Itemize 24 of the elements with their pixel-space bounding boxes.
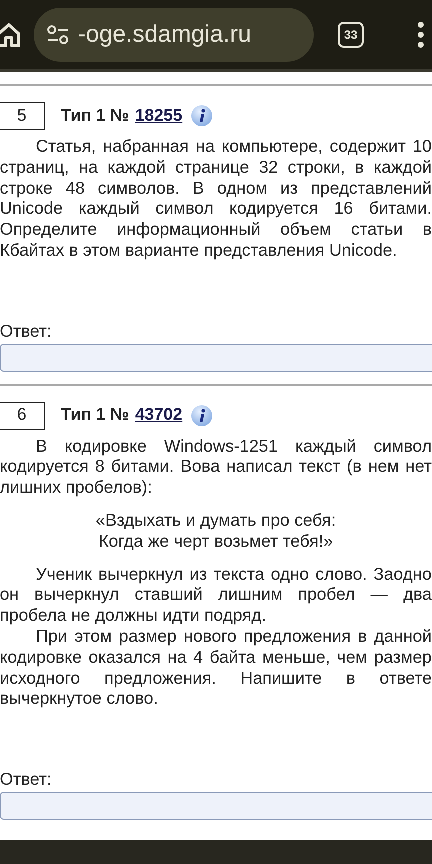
task-text: При этом размер нового предложения в данной кодировке оказался на 4 байта меньше, чем размер исходного предложения. Напишите в ответе вычеркнутое слово.: [0, 626, 432, 710]
task-type: Тип 1 №: [61, 106, 130, 126]
task-text: В кодировке Windows-1251 каждый символ кодируется 8 битами. Вова написал текст (в нем нет лишних пробелов):: [0, 436, 432, 498]
task-link[interactable]: 18255: [135, 106, 183, 126]
info-icon[interactable]: [190, 404, 213, 427]
task-number: 6: [0, 402, 45, 430]
answer-field[interactable]: [0, 792, 432, 820]
answer-label: Ответ:: [0, 769, 53, 790]
site-settings-icon[interactable]: [46, 24, 70, 44]
task-text: Статья, набранная на компьютере, содержит 10 страниц, на каждой странице 32 строки, в каждой строке 48 символов. В одном из представлений Unicode каждый символ кодируется 16 битами. Определите информационный объем статьи в Кбайтах в этом варианте представления Unicode.: [0, 136, 432, 261]
address-bar[interactable]: -oge.sdamgia.ru: [34, 8, 314, 62]
tab-count-button[interactable]: 33: [338, 22, 364, 48]
menu-icon[interactable]: [416, 20, 426, 48]
quote-line: Когда же черт возьмет тебя!»: [98, 530, 334, 552]
answer-label: Ответ:: [0, 320, 53, 342]
task-number: 5: [0, 102, 45, 130]
url-text: -oge.sdamgia.ru: [78, 20, 252, 48]
task-text: Ученик вычеркнул из текста одно слово. Заодно он вычеркнул ставший лишним пробел — два пробела не должны идти подряд.: [0, 564, 432, 626]
quote-line: «Вздыхать и думать про себя:: [94, 510, 338, 531]
task-type: Тип 1 №: [61, 405, 130, 426]
task-link[interactable]: 43702: [135, 405, 183, 426]
info-icon[interactable]: [190, 105, 213, 127]
answer-field[interactable]: [0, 344, 432, 372]
home-icon[interactable]: [0, 22, 22, 48]
